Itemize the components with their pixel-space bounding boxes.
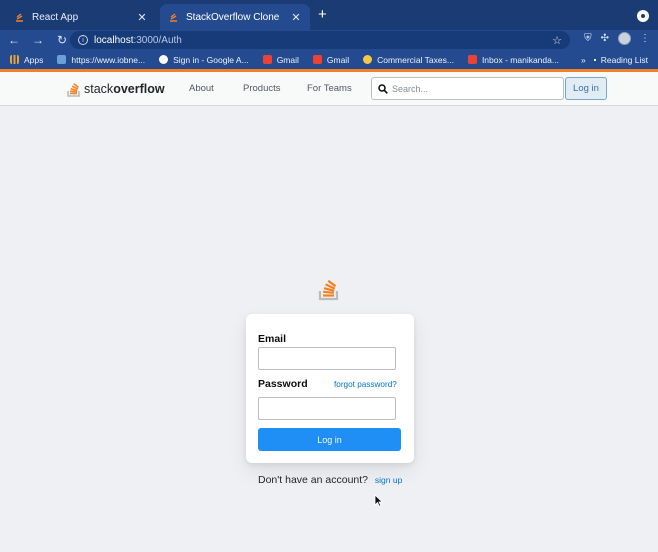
bookmark-gmail[interactable]: Gmail [262, 54, 299, 65]
bookmark-label: https://www.iobne... [71, 54, 146, 65]
tab-title: StackOverflow Clone [186, 11, 280, 23]
search-placeholder: Search... [392, 83, 429, 94]
site-logo[interactable]: stack overflow [66, 80, 165, 98]
bookmark-google-signin[interactable]: Sign in - Google A... [159, 55, 249, 65]
google-icon [159, 55, 169, 64]
bookmark-star-icon[interactable]: ☆ [552, 34, 562, 47]
bookmark-gmail[interactable]: Gmail [312, 54, 350, 65]
bookmark-label: Apps [24, 54, 44, 65]
nav-for-teams[interactable]: For Teams [307, 83, 352, 94]
site-header: stack overflow About Products For Teams S… [0, 72, 658, 106]
apps-grid-icon [10, 55, 19, 64]
mouse-pointer-icon [374, 494, 383, 507]
bookmark-label: Gmail [326, 54, 350, 65]
url-path: :3000/Auth [133, 34, 182, 46]
signup-prompt: Don't have an account? sign up [258, 474, 402, 486]
forgot-password-link[interactable]: forgot password? [334, 380, 397, 389]
password-field[interactable] [258, 397, 396, 420]
browser-toolbar: ← → ↻ i localhost:3000/Auth ☆ ⛨ ✣ ⋮ [0, 30, 658, 50]
reading-list-icon [593, 58, 596, 61]
puzzle-extensions-icon[interactable]: ✣ [601, 33, 609, 44]
signup-link[interactable]: sign up [375, 475, 402, 485]
more-bookmarks-chevron-icon[interactable]: » [581, 55, 586, 65]
reload-icon[interactable]: ↻ [52, 33, 72, 47]
gmail-icon [262, 55, 272, 64]
kebab-menu-icon[interactable]: ⋮ [640, 33, 650, 44]
login-form-card: Email Password forgot password? Log in [246, 314, 414, 463]
reading-list-button[interactable]: Reading List [593, 54, 648, 65]
back-arrow-icon[interactable]: ← [4, 33, 24, 47]
logo-text-stack: stack [84, 82, 114, 96]
header-login-button[interactable]: Log in [565, 77, 607, 100]
stackoverflow-favicon-icon [168, 12, 179, 23]
stackoverflow-logo-icon [67, 83, 80, 97]
bookmark-label: Gmail [276, 54, 299, 65]
browser-tab-strip: React App ✕ StackOverflow Clone ✕ + [0, 0, 658, 30]
password-label: Password [258, 378, 308, 390]
bookmark-commercial-taxes[interactable]: Commercial Taxes... [363, 55, 454, 65]
url-host: localhost [94, 34, 134, 46]
no-account-text: Don't have an account? [258, 474, 368, 486]
bookmarks-bar: Apps https://www.iobne... Sign in - Goog… [0, 50, 658, 69]
toolbar-icons: ⛨ ✣ ⋮ [584, 32, 650, 45]
gmail-icon [467, 55, 477, 64]
reading-list-label: Reading List [600, 54, 648, 65]
login-submit-button[interactable]: Log in [258, 428, 401, 451]
new-tab-button[interactable]: + [318, 7, 327, 23]
bookmark-label: Inbox - manikanda... [481, 54, 559, 65]
address-bar[interactable]: i localhost:3000/Auth ☆ [70, 31, 570, 49]
site-info-icon[interactable]: i [78, 35, 88, 45]
bookmark-label: Commercial Taxes... [377, 54, 454, 65]
browser-menu-icon[interactable] [637, 10, 649, 22]
email-field[interactable] [258, 347, 396, 370]
email-label: Email [258, 333, 287, 345]
stackoverflow-logo-icon [318, 279, 339, 301]
forward-arrow-icon[interactable]: → [28, 33, 48, 47]
bookmark-inbox[interactable]: Inbox - manikanda... [467, 54, 559, 65]
page-favicon-icon [57, 55, 67, 64]
bookmark-iobnet[interactable]: https://www.iobne... [57, 55, 145, 65]
close-tab-icon[interactable]: ✕ [136, 11, 148, 24]
logo-text-overflow: overflow [113, 82, 165, 96]
gmail-icon [312, 55, 322, 64]
nav-about[interactable]: About [189, 83, 214, 94]
emblem-icon [363, 55, 373, 64]
search-input[interactable]: Search... [371, 77, 564, 100]
tab-react-app[interactable]: React App ✕ [6, 4, 156, 30]
extension-icon[interactable]: ⛨ [584, 33, 592, 44]
react-app-favicon-icon [14, 12, 25, 23]
tab-title: React App [32, 11, 79, 23]
search-icon [378, 83, 388, 94]
close-tab-icon[interactable]: ✕ [290, 11, 302, 24]
profile-avatar[interactable] [618, 32, 631, 45]
bookmark-label: Sign in - Google A... [173, 54, 249, 65]
nav-products[interactable]: Products [243, 83, 281, 94]
tab-stackoverflow-clone[interactable]: StackOverflow Clone ✕ [160, 4, 310, 30]
bookmark-apps[interactable]: Apps [10, 55, 43, 65]
